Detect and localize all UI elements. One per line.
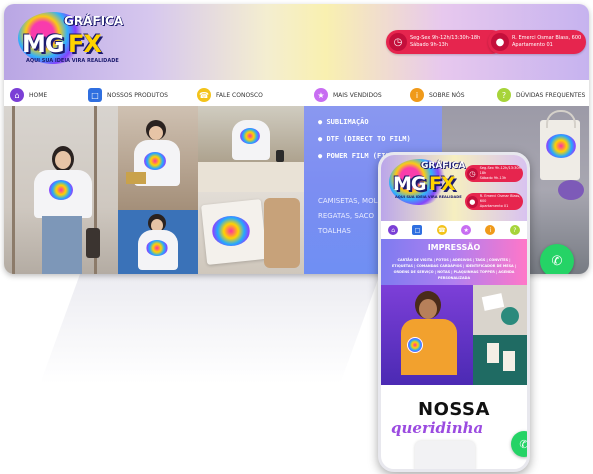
model-photo-reading (118, 106, 198, 210)
whatsapp-button[interactable]: ✆ (540, 244, 574, 274)
help-icon[interactable]: ? (509, 225, 520, 235)
map-pin-icon: ● (491, 33, 509, 51)
box-icon: □ (88, 88, 102, 102)
model-photo-blue (118, 210, 198, 274)
featured-title: NOSSA (418, 399, 490, 420)
site-header: GRÁFICA MG FX AQUI SUA IDEIA VIRA REALID… (4, 4, 589, 80)
site-logo[interactable]: GRÁFICA MG FX AQUI SUA IDEIA VIRA REALID… (12, 10, 123, 70)
mobile-whatsapp-button[interactable]: ✆ (511, 431, 527, 457)
info-icon[interactable]: i (485, 225, 496, 235)
phone-icon[interactable]: ☎ (436, 225, 447, 235)
mobile-navigation: ⌂ □ ☎ ★ i ? (381, 223, 527, 237)
service-item: ● DTF (DIRECT TO FILM) (318, 135, 411, 143)
mobile-header: GRÁFICA MG FX AQUI SUA IDEIA VIRA REALID… (381, 155, 527, 221)
mobile-mockup: GRÁFICA MG FX AQUI SUA IDEIA VIRA REALID… (378, 152, 530, 472)
star-icon[interactable]: ★ (461, 225, 472, 235)
printed-sticker-photo (381, 285, 473, 385)
service-item: ● SUBLIMAÇÃO (318, 118, 369, 126)
mobile-hours-badge: ◷ Seg-Sex 9h-12h/13:30h-18h Sábado 9h-13… (465, 165, 523, 182)
info-icon: i (410, 88, 424, 102)
nav-item-home[interactable]: ⌂ HOME (10, 84, 88, 106)
star-icon: ★ (314, 88, 328, 102)
clock-icon: ◷ (467, 167, 478, 180)
products-copy: CAMISETAS, MOL REGATAS, SACO TOALHAS (318, 197, 378, 235)
mobile-address-badge[interactable]: ● R. Emerci Osmar Blass, 600 Apartamento… (465, 193, 523, 210)
nav-item-contact[interactable]: ☎ FALE CONOSCO (197, 84, 314, 106)
nav-item-products[interactable]: □ NOSSOS PRODUTOS (88, 84, 197, 106)
model-photo-large (4, 106, 118, 274)
product-photo-grid (381, 285, 527, 385)
nav-item-about[interactable]: i SOBRE NÓS (410, 84, 497, 106)
desktop-reflection (39, 274, 381, 384)
print-services-band: IMPRESSÃO CARTÃO DE VISITA | FOTOS | ADE… (381, 239, 527, 285)
product-photo-table (198, 106, 306, 192)
featured-subtitle: queridinha (391, 419, 484, 437)
home-icon: ⌂ (10, 88, 24, 102)
help-icon: ? (497, 88, 511, 102)
tags-photo (473, 335, 527, 385)
nav-item-best-sellers[interactable]: ★ MAIS VENDIDOS (314, 84, 410, 106)
business-cards-photo (473, 285, 527, 335)
map-pin-icon: ● (467, 195, 478, 208)
section-title: IMPRESSÃO (427, 243, 481, 252)
phone-icon: ☎ (197, 88, 211, 102)
mobile-logo[interactable]: GRÁFICA MG FX AQUI SUA IDEIA VIRA REALID… (387, 159, 465, 211)
address-badge[interactable]: ● R. Emerci Osmar Blass, 600 Apartamento… (488, 30, 586, 54)
clock-icon: ◷ (389, 33, 407, 51)
product-photo-bag (198, 192, 306, 274)
opening-hours-badge: ◷ Seg-Sex 9h-12h/13:30h-18h Sábado 9h-13… (386, 30, 504, 54)
print-services-list: CARTÃO DE VISITA | FOTOS | ADESIVOS | TA… (391, 258, 517, 280)
main-navigation: ⌂ HOME □ NOSSOS PRODUTOS ☎ FALE CONOSCO … (4, 84, 589, 106)
nav-item-faq[interactable]: ? DÚVIDAS FREQUENTES (497, 84, 585, 106)
mug-photo (415, 441, 475, 469)
home-icon[interactable]: ⌂ (388, 225, 399, 235)
box-icon[interactable]: □ (412, 225, 423, 235)
